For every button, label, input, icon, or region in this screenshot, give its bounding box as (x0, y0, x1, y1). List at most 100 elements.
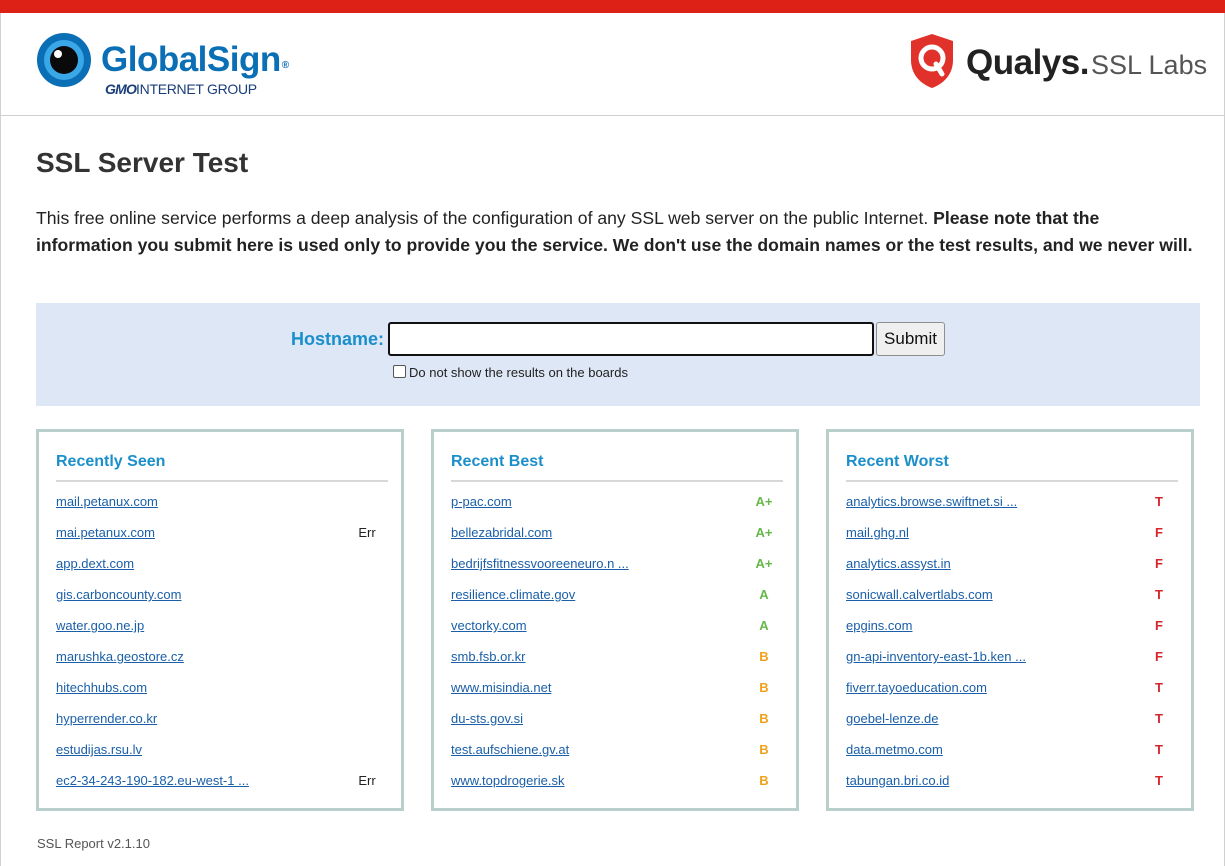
hide-results-option[interactable]: Do not show the results on the boards (393, 365, 628, 380)
list-item: test.aufschiene.gv.at B (451, 739, 783, 770)
intro-paragraph: This free online service performs a deep… (36, 205, 1196, 259)
recent-best-title: Recent Best (451, 453, 544, 470)
grade-badge: B (759, 773, 769, 788)
list-item: bedrijfsfitnessvooreeneuro.n ... A+ (451, 553, 783, 584)
globalsign-eye-icon (37, 33, 91, 87)
list-item: mai.petanux.com Err (56, 522, 388, 553)
hide-results-label: Do not show the results on the boards (409, 365, 628, 380)
grade-badge: T (1155, 494, 1163, 509)
host-link[interactable]: smb.fsb.or.kr (451, 649, 525, 664)
list-item: www.topdrogerie.sk B (451, 770, 783, 801)
grade-badge: A (759, 587, 769, 602)
host-link[interactable]: analytics.browse.swiftnet.si ... (846, 494, 1017, 509)
host-link[interactable]: tabungan.bri.co.id (846, 773, 949, 788)
recent-worst-list: analytics.browse.swiftnet.si ... Tmail.gh… (846, 491, 1178, 801)
list-item: gn-api-inventory-east-1b.ken ... F (846, 646, 1178, 677)
hostname-label: Hostname: (291, 329, 385, 349)
host-link[interactable]: mail.petanux.com (56, 494, 158, 509)
panel-divider (451, 480, 783, 482)
grade-badge: B (759, 742, 769, 757)
grade-badge: Err (358, 525, 376, 540)
hostname-input[interactable] (388, 322, 874, 356)
grade-badge: F (1155, 649, 1163, 664)
list-item: app.dext.com (56, 553, 388, 584)
list-item: www.misindia.net B (451, 677, 783, 708)
host-link[interactable]: du-sts.gov.si (451, 711, 523, 726)
recent-worst-title: Recent Worst (846, 453, 949, 470)
recent-worst-panel: Recent Worst analytics.browse.swiftnet.s… (826, 429, 1194, 811)
globalsign-logo[interactable]: GlobalSign® GMOINTERNET GROUP (37, 33, 297, 103)
grade-badge: A (759, 618, 769, 633)
list-item: sonicwall.calvertlabs.com T (846, 584, 1178, 615)
host-link[interactable]: fiverr.tayoeducation.com (846, 680, 987, 695)
recently-seen-panel: Recently Seen mail.petanux.com mai.petanu… (36, 429, 404, 811)
page-border-left (0, 13, 1, 866)
host-link[interactable]: marushka.geostore.cz (56, 649, 184, 664)
list-item: analytics.assyst.in F (846, 553, 1178, 584)
hostname-form: Hostname: Submit Do not show the results… (36, 303, 1200, 406)
grade-badge: A+ (755, 556, 773, 571)
page-title: SSL Server Test (36, 147, 249, 178)
host-link[interactable]: ec2-34-243-190-182.eu-west-1 ... (56, 773, 249, 788)
top-accent-bar (0, 0, 1225, 13)
list-item: gis.carboncounty.com (56, 584, 388, 615)
list-item: hitechhubs.com (56, 677, 388, 708)
recently-seen-list: mail.petanux.com mai.petanux.com Err app.de… (56, 491, 388, 801)
host-link[interactable]: bellezabridal.com (451, 525, 552, 540)
list-item: hyperrender.co.kr (56, 708, 388, 739)
host-link[interactable]: mai.petanux.com (56, 525, 155, 540)
grade-badge: F (1155, 525, 1163, 540)
host-link[interactable]: sonicwall.calvertlabs.com (846, 587, 993, 602)
grade-badge: B (759, 711, 769, 726)
list-item: analytics.browse.swiftnet.si ... T (846, 491, 1178, 522)
host-link[interactable]: app.dext.com (56, 556, 134, 571)
hide-results-checkbox[interactable] (393, 365, 406, 378)
list-item: p-pac.com A+ (451, 491, 783, 522)
host-link[interactable]: resilience.climate.gov (451, 587, 575, 602)
list-item: estudijas.rsu.lv (56, 739, 388, 770)
host-link[interactable]: data.metmo.com (846, 742, 943, 757)
grade-badge: T (1155, 711, 1163, 726)
host-link[interactable]: analytics.assyst.in (846, 556, 951, 571)
submit-button[interactable]: Submit (876, 322, 945, 356)
host-link[interactable]: p-pac.com (451, 494, 512, 509)
list-item: vectorky.com A (451, 615, 783, 646)
host-link[interactable]: vectorky.com (451, 618, 527, 633)
host-link[interactable]: hyperrender.co.kr (56, 711, 157, 726)
grade-badge: A+ (755, 494, 773, 509)
host-link[interactable]: bedrijfsfitnessvooreeneuro.n ... (451, 556, 629, 571)
grade-badge: A+ (755, 525, 773, 540)
host-link[interactable]: goebel-lenze.de (846, 711, 939, 726)
site-header: GlobalSign® GMOINTERNET GROUP Qualys. SS… (1, 13, 1224, 116)
host-link[interactable]: mail.ghg.nl (846, 525, 909, 540)
qualys-shield-icon (911, 34, 953, 88)
grade-badge: T (1155, 680, 1163, 695)
grade-badge: Err (358, 773, 376, 788)
list-item: ec2-34-243-190-182.eu-west-1 ... Err (56, 770, 388, 801)
list-item: marushka.geostore.cz (56, 646, 388, 677)
grade-badge: F (1155, 556, 1163, 571)
host-link[interactable]: gis.carboncounty.com (56, 587, 182, 602)
recent-best-panel: Recent Best p-pac.com A+ bellezabridal.com… (431, 429, 799, 811)
qualys-ssl-labs-logo[interactable]: Qualys. SSL Labs (909, 33, 1209, 103)
list-item: du-sts.gov.si B (451, 708, 783, 739)
host-link[interactable]: www.topdrogerie.sk (451, 773, 564, 788)
grade-badge: T (1155, 773, 1163, 788)
intro-text: This free online service performs a deep… (36, 208, 934, 228)
list-item: goebel-lenze.de T (846, 708, 1178, 739)
grade-badge: T (1155, 587, 1163, 602)
list-item: resilience.climate.gov A (451, 584, 783, 615)
panel-divider (56, 480, 388, 482)
grade-badge: T (1155, 742, 1163, 757)
host-link[interactable]: www.misindia.net (451, 680, 551, 695)
list-item: bellezabridal.com A+ (451, 522, 783, 553)
globalsign-wordmark: GlobalSign® (101, 40, 289, 79)
host-link[interactable]: gn-api-inventory-east-1b.ken ... (846, 649, 1026, 664)
list-item: fiverr.tayoeducation.com T (846, 677, 1178, 708)
host-link[interactable]: hitechhubs.com (56, 680, 147, 695)
host-link[interactable]: estudijas.rsu.lv (56, 742, 142, 757)
host-link[interactable]: test.aufschiene.gv.at (451, 742, 569, 757)
host-link[interactable]: epgins.com (846, 618, 912, 633)
host-link[interactable]: water.goo.ne.jp (56, 618, 144, 633)
list-item: tabungan.bri.co.id T (846, 770, 1178, 801)
